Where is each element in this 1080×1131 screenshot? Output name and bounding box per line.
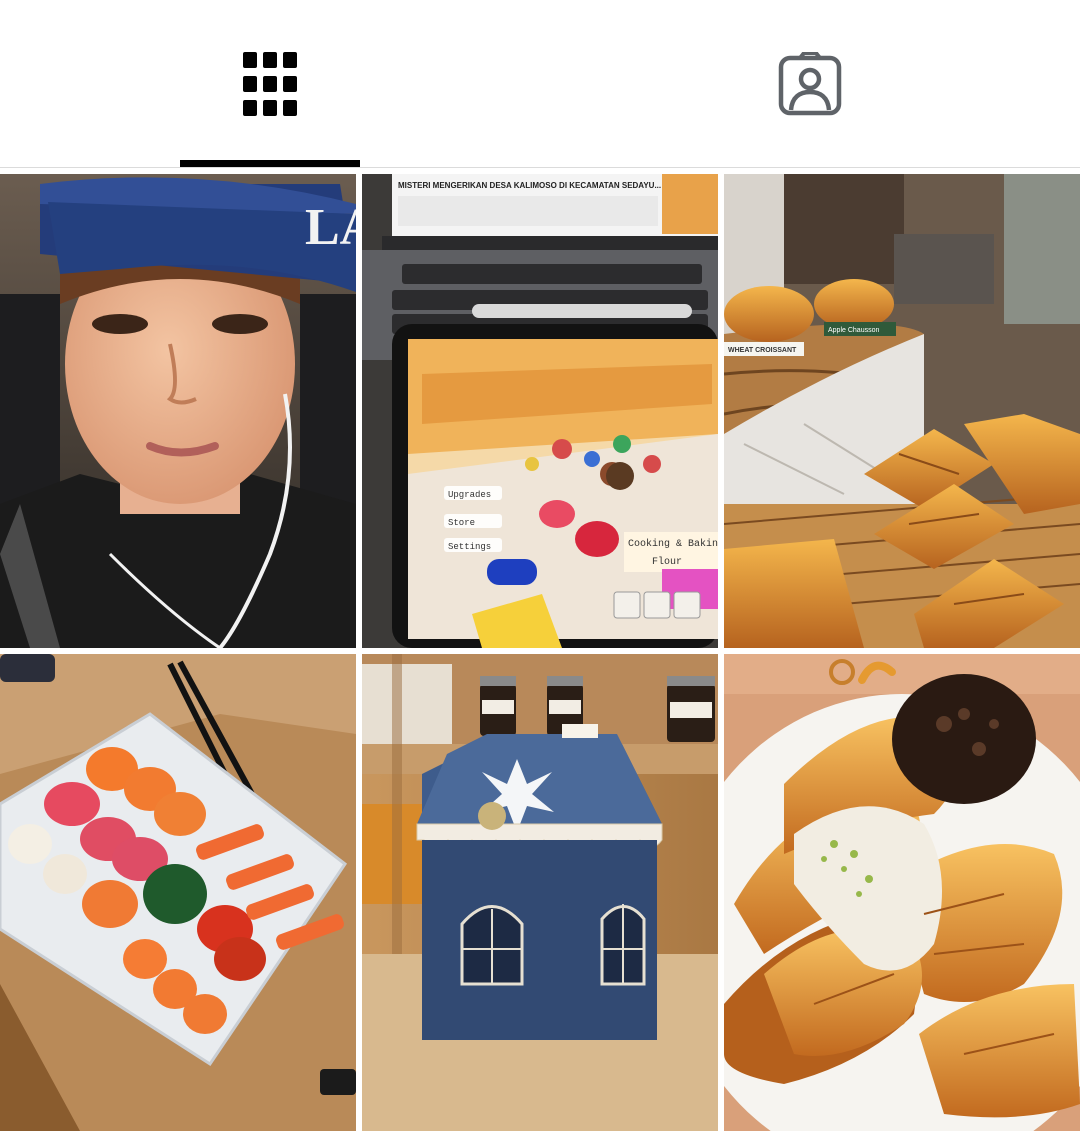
house-box-photo [362,654,718,1131]
game-menu-settings: Settings [448,542,491,552]
post-thumbnail-croissants[interactable] [724,654,1080,1131]
post-thumbnail-laptop-game[interactable]: MISTERI MENGERIKAN DESA KALIMOSO DI KECA… [362,174,718,648]
cap-logo: LA [305,199,356,256]
game-sign-line2: Flour [652,556,682,568]
post-thumbnail-sushi[interactable] [0,654,356,1131]
croissant-plate-photo [724,654,1080,1131]
selfie-photo: LA [0,174,356,648]
game-menu-upgrades: Upgrades [448,490,491,500]
bakery-label-chausson: Apple Chausson [828,327,879,334]
laptop-screen-title: MISTERI MENGERIKAN DESA KALIMOSO DI KECA… [398,181,697,190]
tab-divider [0,167,1080,168]
bakery-label-wheat: WHEAT CROISSANT [728,347,797,354]
game-sign-line1: Cooking & Baking [628,538,718,550]
sushi-photo [0,654,356,1131]
profile-tab-bar [0,0,1080,168]
bakery-photo: WHEAT CROISSANT Apple Chausson [724,174,1080,648]
tagged-person-icon [778,52,842,116]
laptop-tablet-photo: MISTERI MENGERIKAN DESA KALIMOSO DI KECA… [362,174,718,648]
game-menu-store: Store [448,518,475,528]
tab-posts-grid[interactable] [180,0,360,168]
posts-grid: LA MISTERI MENGERIKAN DESA KALIMOSO DI K… [0,174,1080,1131]
post-thumbnail-bakery[interactable]: WHEAT CROISSANT Apple Chausson [724,174,1080,648]
post-thumbnail-selfie[interactable]: LA [0,174,356,648]
post-thumbnail-house-box[interactable] [362,654,718,1131]
grid-icon [243,52,297,116]
selected-tab-indicator [180,160,360,167]
tab-tagged[interactable] [720,0,900,168]
